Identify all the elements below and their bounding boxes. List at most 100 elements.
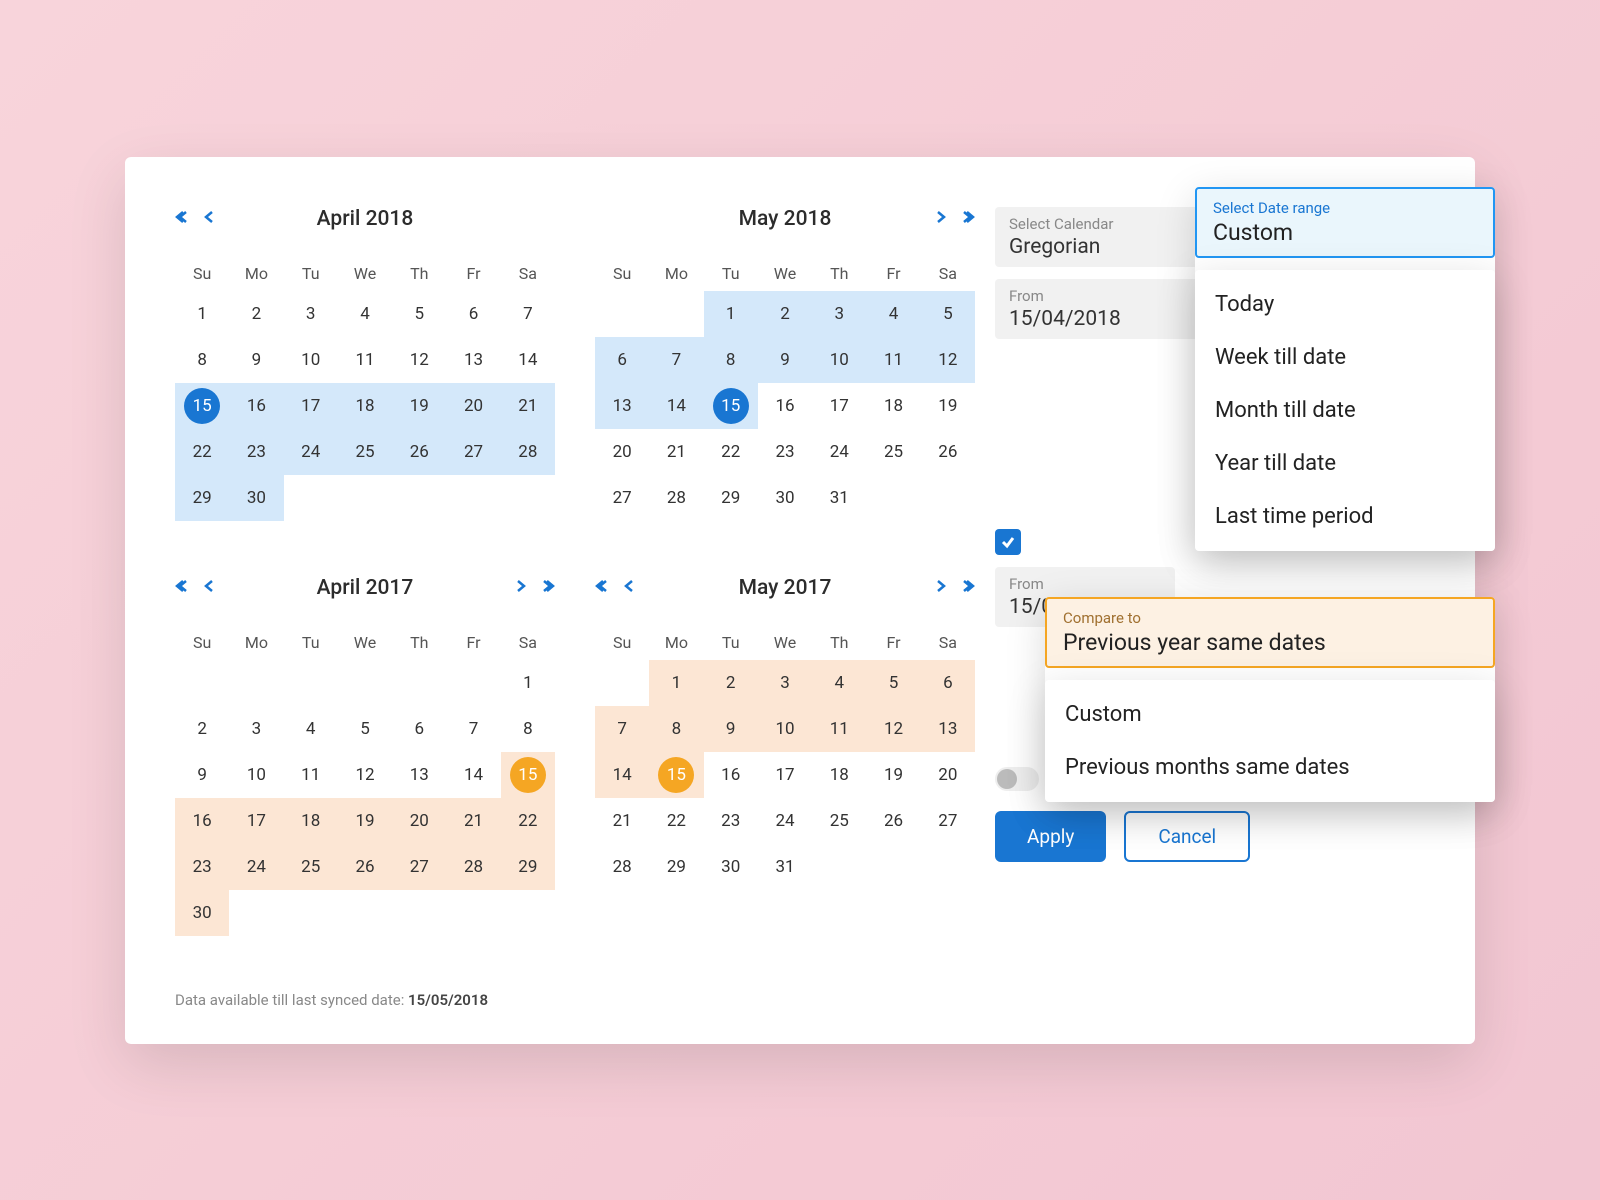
calendar-day[interactable]: 5 [921, 291, 975, 337]
calendar-day[interactable]: 16 [229, 383, 283, 429]
calendar-day[interactable]: 11 [866, 337, 920, 383]
calendar-day[interactable]: 17 [284, 383, 338, 429]
calendar-day[interactable]: 16 [758, 383, 812, 429]
next-year-icon[interactable] [539, 578, 555, 598]
calendar-day[interactable]: 6 [446, 291, 500, 337]
prev-year-icon[interactable] [175, 209, 191, 229]
calendar-day[interactable]: 28 [649, 475, 703, 521]
calendar-day[interactable]: 8 [649, 706, 703, 752]
calendar-day[interactable]: 21 [649, 429, 703, 475]
calendar-day[interactable]: 28 [501, 429, 555, 475]
calendar-day[interactable]: 5 [392, 291, 446, 337]
calendar-day[interactable]: 29 [501, 844, 555, 890]
calendar-day[interactable]: 9 [229, 337, 283, 383]
dropdown-option[interactable]: Today [1195, 278, 1495, 331]
calendar-day[interactable]: 27 [446, 429, 500, 475]
calendar-day[interactable]: 24 [812, 429, 866, 475]
calendar-day[interactable]: 14 [446, 752, 500, 798]
calendar-day[interactable]: 11 [812, 706, 866, 752]
calendar-day[interactable]: 7 [649, 337, 703, 383]
calendar-day[interactable]: 9 [175, 752, 229, 798]
calendar-day[interactable]: 30 [758, 475, 812, 521]
calendar-day[interactable]: 3 [284, 291, 338, 337]
calendar-day[interactable]: 26 [392, 429, 446, 475]
calendar-day[interactable]: 15 [501, 752, 555, 798]
calendar-day[interactable]: 30 [229, 475, 283, 521]
calendar-day[interactable]: 14 [501, 337, 555, 383]
calendar-day[interactable]: 15 [649, 752, 703, 798]
calendar-day[interactable]: 24 [229, 844, 283, 890]
calendar-day[interactable]: 18 [284, 798, 338, 844]
calendar-day[interactable]: 26 [338, 844, 392, 890]
calendar-day[interactable]: 1 [649, 660, 703, 706]
calendar-day[interactable]: 30 [175, 890, 229, 936]
calendar-day[interactable]: 27 [392, 844, 446, 890]
calendar-day[interactable]: 29 [175, 475, 229, 521]
next-month-icon[interactable] [513, 578, 529, 598]
calendar-day[interactable]: 25 [284, 844, 338, 890]
calendar-day[interactable]: 31 [758, 844, 812, 890]
prev-month-icon[interactable] [201, 578, 217, 598]
calendar-day[interactable]: 12 [866, 706, 920, 752]
date-range-selected[interactable]: Select Date range Custom [1195, 187, 1495, 258]
prev-year-icon[interactable] [175, 578, 191, 598]
compare-checkbox[interactable] [995, 529, 1021, 555]
calendar-day[interactable]: 17 [812, 383, 866, 429]
next-year-icon[interactable] [959, 578, 975, 598]
dropdown-option[interactable]: Custom [1045, 688, 1495, 741]
calendar-day[interactable]: 25 [338, 429, 392, 475]
calendar-day[interactable]: 15 [175, 383, 229, 429]
calendar-day[interactable]: 23 [175, 844, 229, 890]
calendar-day[interactable]: 25 [812, 798, 866, 844]
calendar-day[interactable]: 1 [175, 291, 229, 337]
calendar-day[interactable]: 26 [866, 798, 920, 844]
calendar-day[interactable]: 11 [284, 752, 338, 798]
calendar-day[interactable]: 12 [392, 337, 446, 383]
calendar-day[interactable]: 11 [338, 337, 392, 383]
prev-month-icon[interactable] [201, 209, 217, 229]
calendar-day[interactable]: 8 [175, 337, 229, 383]
calendar-day[interactable]: 16 [704, 752, 758, 798]
dropdown-option[interactable]: Week till date [1195, 331, 1495, 384]
calendar-day[interactable]: 20 [392, 798, 446, 844]
compare-selected[interactable]: Compare to Previous year same dates [1045, 597, 1495, 668]
calendar-day[interactable]: 6 [595, 337, 649, 383]
cancel-button[interactable]: Cancel [1124, 811, 1250, 862]
next-year-icon[interactable] [959, 209, 975, 229]
calendar-day[interactable]: 2 [229, 291, 283, 337]
calendar-day[interactable]: 3 [758, 660, 812, 706]
calendar-day[interactable]: 9 [758, 337, 812, 383]
dropdown-option[interactable]: Last time period [1195, 490, 1495, 543]
cso-toggle[interactable] [995, 767, 1039, 791]
calendar-day[interactable]: 23 [229, 429, 283, 475]
calendar-day[interactable]: 28 [595, 844, 649, 890]
calendar-day[interactable]: 4 [338, 291, 392, 337]
calendar-day[interactable]: 4 [284, 706, 338, 752]
calendar-day[interactable]: 13 [392, 752, 446, 798]
calendar-day[interactable]: 4 [866, 291, 920, 337]
calendar-day[interactable]: 17 [229, 798, 283, 844]
calendar-day[interactable]: 9 [704, 706, 758, 752]
calendar-day[interactable]: 22 [501, 798, 555, 844]
calendar-day[interactable]: 1 [704, 291, 758, 337]
calendar-day[interactable]: 29 [649, 844, 703, 890]
calendar-day[interactable]: 21 [501, 383, 555, 429]
calendar-day[interactable]: 7 [446, 706, 500, 752]
calendar-day[interactable]: 19 [921, 383, 975, 429]
calendar-day[interactable]: 3 [229, 706, 283, 752]
calendar-day[interactable]: 21 [595, 798, 649, 844]
calendar-day[interactable]: 25 [866, 429, 920, 475]
calendar-day[interactable]: 23 [704, 798, 758, 844]
calendar-day[interactable]: 7 [501, 291, 555, 337]
calendar-day[interactable]: 8 [501, 706, 555, 752]
calendar-day[interactable]: 6 [392, 706, 446, 752]
calendar-day[interactable]: 18 [812, 752, 866, 798]
calendar-day[interactable]: 16 [175, 798, 229, 844]
calendar-day[interactable]: 26 [921, 429, 975, 475]
calendar-day[interactable]: 13 [446, 337, 500, 383]
calendar-day[interactable]: 19 [338, 798, 392, 844]
calendar-day[interactable]: 13 [595, 383, 649, 429]
calendar-day[interactable]: 27 [595, 475, 649, 521]
dropdown-option[interactable]: Previous months same dates [1045, 741, 1495, 794]
calendar-day[interactable]: 23 [758, 429, 812, 475]
